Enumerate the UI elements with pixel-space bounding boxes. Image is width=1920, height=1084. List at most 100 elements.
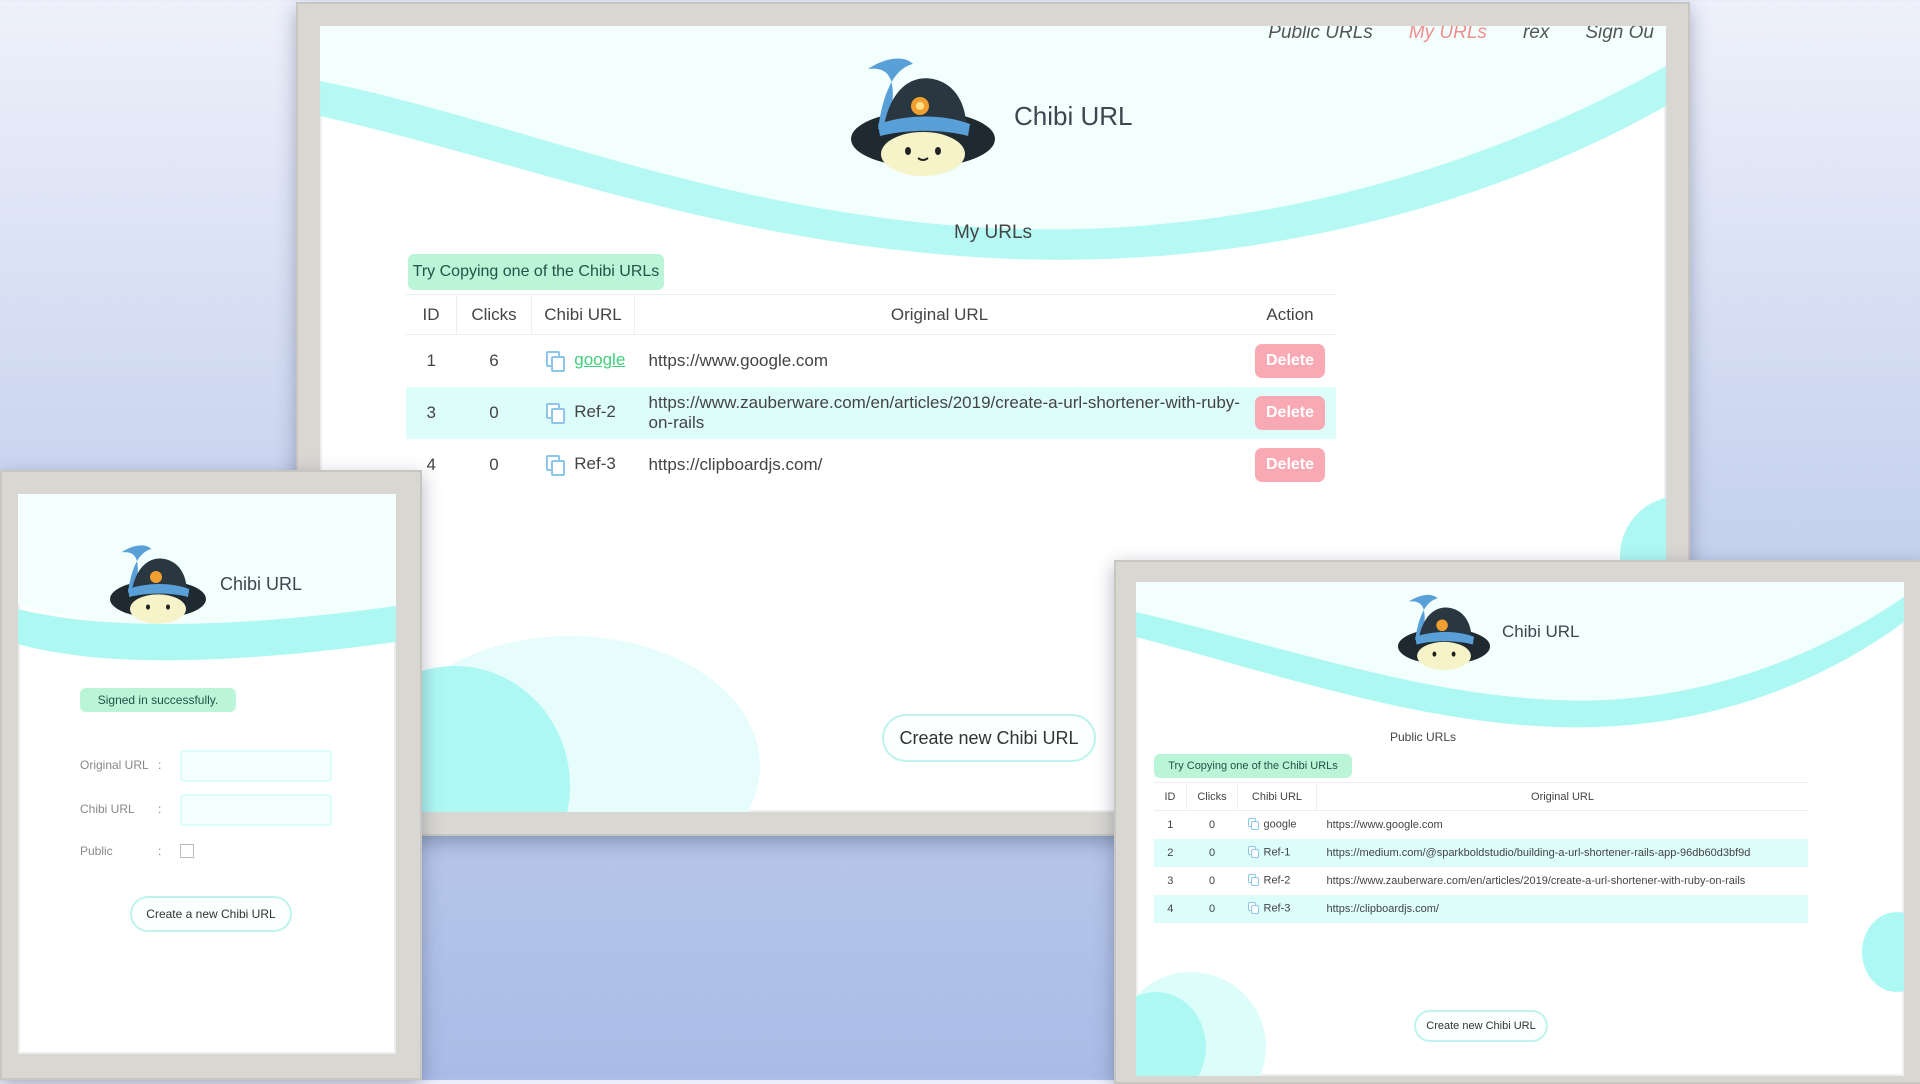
chibi-link[interactable]: Ref-2	[574, 402, 616, 421]
table-row: 4 0 Ref-3 https://clipboardjs.com/ Delet…	[406, 439, 1336, 491]
copy-icon[interactable]	[545, 454, 565, 476]
row-chibi-cell: Ref-2	[532, 387, 635, 439]
wizard-logo-icon	[1397, 594, 1491, 671]
original-url-field[interactable]	[180, 750, 332, 782]
row-chibi-cell: google	[1238, 811, 1317, 839]
row-original-url[interactable]: https://www.google.com	[1317, 811, 1809, 839]
row-chibi-cell: Ref-2	[1238, 867, 1317, 895]
col-clicks: Clicks	[1186, 782, 1238, 811]
original-url-label: Original URL	[80, 758, 149, 772]
chibi-url-label: Chibi URL	[80, 802, 135, 816]
left-monitor-frame: Chibi URL Signed in successfully. Origin…	[0, 470, 422, 1080]
brand-title: Chibi URL	[220, 573, 303, 594]
row-original-url[interactable]: https://www.zauberware.com/en/articles/2…	[635, 387, 1245, 439]
table-row: 1 6 google https://www.google.com Delete	[406, 335, 1336, 387]
col-id: ID	[1154, 782, 1187, 811]
row-id: 3	[426, 402, 436, 422]
row-original-url[interactable]: https://medium.com/@sparkboldstudio/buil…	[1317, 839, 1809, 867]
table-row: 3 0 Ref-2 https://www.zauberware.com/en/…	[406, 386, 1336, 439]
copy-icon[interactable]	[545, 351, 565, 372]
page-title: My URLs	[953, 222, 1033, 243]
brand-title: Chibi URL	[1502, 622, 1580, 641]
table-header-row: ID Clicks Chibi URL Original URL	[1154, 782, 1808, 811]
public-label: Public	[80, 844, 113, 858]
label-colon: :	[158, 802, 162, 816]
create-chibi-url-submit-button[interactable]: Create a new Chibi URL	[130, 896, 292, 932]
col-clicks: Clicks	[456, 294, 532, 335]
create-new-chibi-url-button[interactable]: Create new Chibi URL	[882, 714, 1096, 762]
row-chibi-cell: Ref-1	[1238, 839, 1317, 867]
chibi-link[interactable]: Ref-2	[1264, 874, 1291, 886]
top-nav: Public URLs My URLs rex Sign Ou	[1268, 26, 1654, 44]
row-original-url[interactable]: https://www.google.com	[635, 335, 1245, 387]
wizard-logo-icon	[851, 58, 995, 176]
brand-header: Chibi URL	[108, 542, 302, 626]
row-id: 1	[426, 350, 436, 370]
label-colon: :	[158, 758, 162, 772]
row-original-url[interactable]: https://clipboardjs.com/	[1317, 895, 1809, 923]
right-screen: Chibi URL Public URLs Try Copying one of…	[1136, 582, 1904, 1076]
table-row: 4 0 Ref-3 https://clipboardjs.com/	[1154, 894, 1809, 923]
delete-button[interactable]: Delete	[1255, 447, 1325, 482]
chibi-link[interactable]: Ref-3	[574, 454, 616, 473]
nav-public-urls[interactable]: Public URLs	[1268, 26, 1373, 44]
decor-blob	[1862, 912, 1904, 992]
delete-button[interactable]: Delete	[1255, 343, 1325, 378]
copy-icon[interactable]	[1247, 874, 1260, 887]
wizard-logo-icon	[110, 545, 206, 624]
row-chibi-cell: Ref-3	[1238, 895, 1317, 923]
table-row: 1 0 google https://www.google.com	[1154, 811, 1808, 839]
flash-message: Signed in successfully.	[80, 688, 236, 712]
table-row: 2 0 Ref-1 https://medium.com/@sparkbolds…	[1154, 838, 1809, 867]
brand-header: Chibi URL	[1396, 592, 1579, 672]
nav-sign-out[interactable]: Sign Ou	[1585, 26, 1654, 44]
row-id: 3	[1167, 874, 1174, 887]
row-action: Delete	[1244, 335, 1336, 387]
delete-button[interactable]: Delete	[1255, 395, 1325, 430]
row-clicks: 0	[489, 454, 499, 474]
create-new-chibi-url-button[interactable]: Create new Chibi URL	[1414, 1010, 1548, 1042]
public-urls-table: ID Clicks Chibi URL Original URL 1 0 goo…	[1154, 782, 1808, 923]
row-id: 4	[1167, 902, 1174, 915]
copy-icon[interactable]	[545, 402, 565, 424]
row-clicks: 0	[489, 402, 499, 422]
chibi-url-field[interactable]	[180, 794, 332, 826]
copy-hint-badge: Try Copying one of the Chibi URLs	[408, 254, 664, 290]
row-chibi-cell: Ref-3	[532, 439, 635, 491]
row-action: Delete	[1244, 387, 1336, 439]
row-action: Delete	[1244, 439, 1336, 491]
row-id: 1	[1167, 818, 1174, 831]
col-chibi-url: Chibi URL	[1237, 782, 1317, 811]
left-screen: Chibi URL Signed in successfully. Origin…	[18, 494, 396, 1054]
row-id: 2	[1167, 846, 1174, 859]
right-monitor-frame: Chibi URL Public URLs Try Copying one of…	[1114, 560, 1920, 1084]
chibi-link[interactable]: google	[1264, 819, 1297, 831]
chibi-link[interactable]: Ref-3	[1264, 902, 1291, 914]
chibi-link[interactable]: Ref-1	[1264, 846, 1291, 858]
nav-username[interactable]: rex	[1523, 26, 1549, 44]
row-original-url[interactable]: https://www.zauberware.com/en/articles/2…	[1317, 867, 1809, 895]
col-original-url: Original URL	[1531, 790, 1594, 803]
col-original-url: Original URL	[890, 304, 989, 324]
copy-icon[interactable]	[1247, 846, 1260, 859]
brand-header: Chibi URL	[848, 54, 1133, 179]
nav-my-urls[interactable]: My URLs	[1409, 26, 1487, 44]
row-clicks: 0	[1208, 874, 1216, 887]
row-chibi-cell: google	[532, 335, 635, 387]
row-original-url[interactable]: https://clipboardjs.com/	[635, 439, 1245, 491]
row-clicks: 0	[1208, 846, 1216, 859]
copy-icon[interactable]	[1247, 818, 1260, 831]
col-chibi-url: Chibi URL	[531, 294, 635, 335]
label-colon: :	[158, 844, 162, 858]
table-header-row: ID Clicks Chibi URL Original URL Action	[406, 294, 1336, 335]
page-title: Public URLs	[1389, 730, 1457, 744]
public-checkbox[interactable]	[180, 844, 194, 858]
my-urls-table: ID Clicks Chibi URL Original URL Action …	[406, 294, 1336, 491]
table-row: 3 0 Ref-2 https://www.zauberware.com/en/…	[1154, 867, 1808, 895]
col-id: ID	[406, 294, 457, 335]
copy-icon[interactable]	[1247, 902, 1260, 915]
copy-hint-badge: Try Copying one of the Chibi URLs	[1154, 754, 1352, 778]
row-clicks: 6	[489, 350, 499, 370]
chibi-link[interactable]: google	[574, 350, 625, 369]
row-clicks: 0	[1208, 818, 1216, 831]
